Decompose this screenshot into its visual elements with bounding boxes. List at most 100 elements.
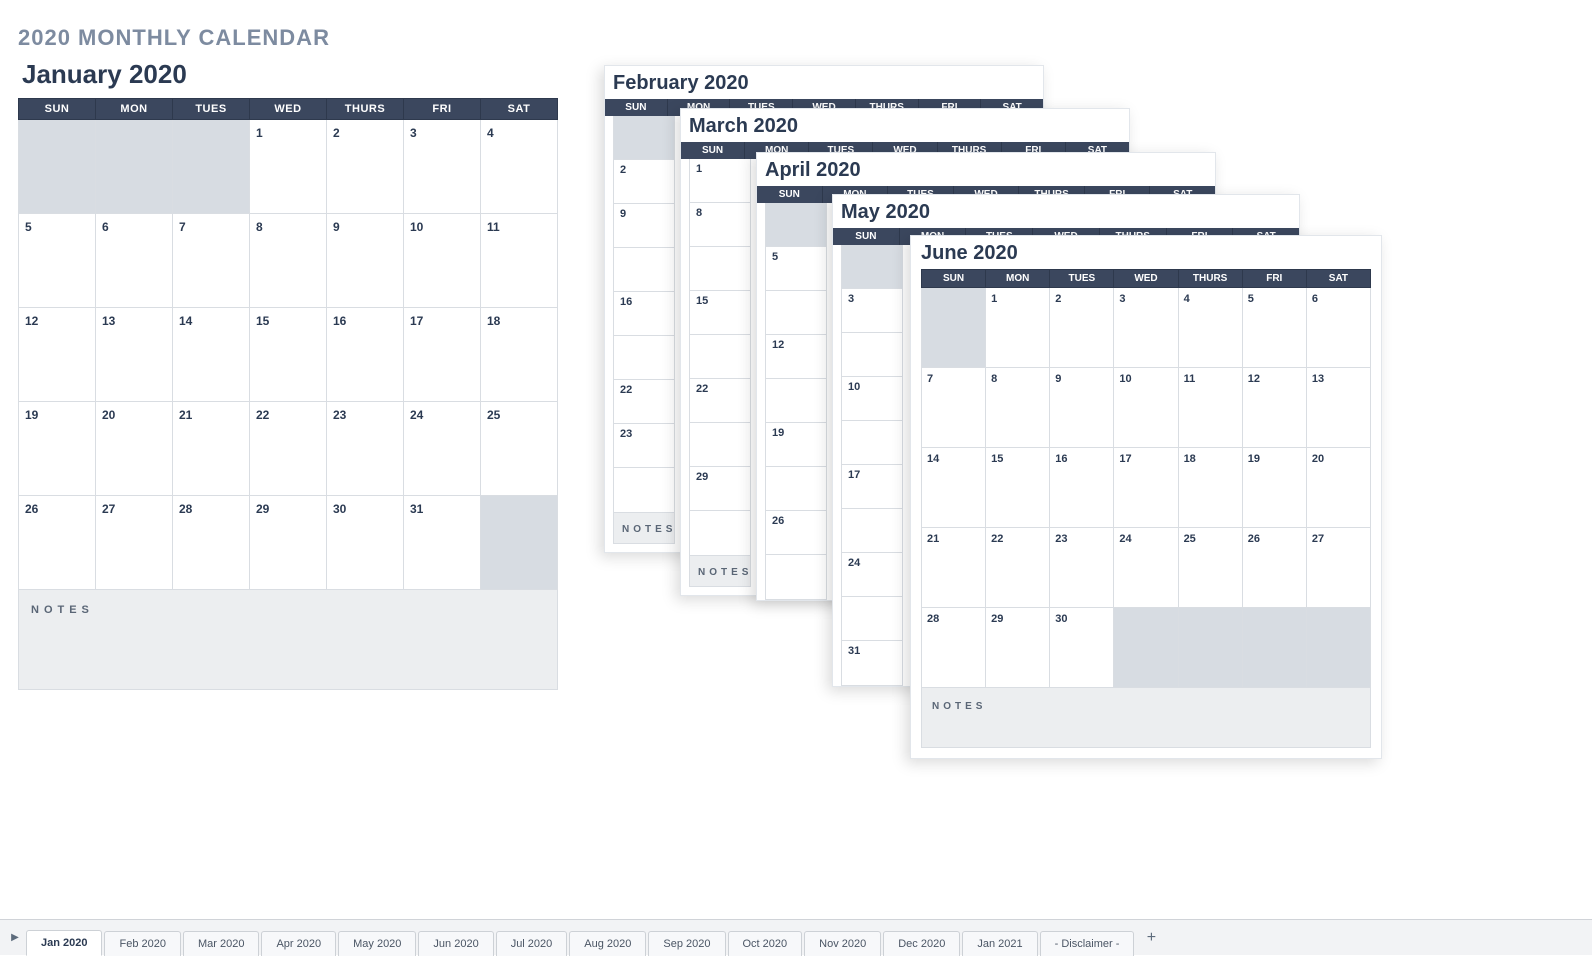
day-cell[interactable]: 29 xyxy=(690,467,750,511)
day-cell[interactable]: 19 xyxy=(19,402,96,496)
day-cell[interactable] xyxy=(690,247,750,291)
sheet-tab[interactable]: Jan 2020 xyxy=(26,930,102,956)
day-cell[interactable]: 24 xyxy=(842,553,902,597)
day-cell[interactable]: 19 xyxy=(766,423,826,467)
day-cell[interactable]: 3 xyxy=(1114,288,1178,368)
sheet-tab[interactable]: Feb 2020 xyxy=(104,931,180,956)
day-cell[interactable]: 20 xyxy=(96,402,173,496)
day-cell[interactable]: 16 xyxy=(327,308,404,402)
sheet-tab[interactable]: Sep 2020 xyxy=(648,931,725,956)
day-cell[interactable]: 3 xyxy=(404,120,481,214)
day-cell[interactable]: 7 xyxy=(922,368,986,448)
day-cell[interactable]: 11 xyxy=(1178,368,1242,448)
day-cell[interactable]: 5 xyxy=(19,214,96,308)
day-cell[interactable] xyxy=(842,333,902,377)
day-cell[interactable]: 26 xyxy=(1242,528,1306,608)
day-cell[interactable]: 13 xyxy=(96,308,173,402)
day-cell[interactable]: 19 xyxy=(1242,448,1306,528)
day-cell[interactable] xyxy=(173,120,250,214)
day-cell[interactable]: 5 xyxy=(766,247,826,291)
day-cell[interactable]: 17 xyxy=(1114,448,1178,528)
day-cell[interactable]: 12 xyxy=(1242,368,1306,448)
sheet-tab[interactable]: May 2020 xyxy=(338,931,416,956)
day-cell[interactable] xyxy=(614,248,674,292)
day-cell[interactable]: 2 xyxy=(1050,288,1114,368)
day-cell[interactable]: 15 xyxy=(250,308,327,402)
sheet-tab[interactable]: Jan 2021 xyxy=(962,931,1037,956)
day-cell[interactable]: 14 xyxy=(922,448,986,528)
day-cell[interactable]: 27 xyxy=(1306,528,1370,608)
day-cell[interactable]: 21 xyxy=(922,528,986,608)
day-cell[interactable]: 27 xyxy=(96,496,173,590)
day-cell[interactable] xyxy=(1114,608,1178,688)
day-cell[interactable]: 1 xyxy=(986,288,1050,368)
add-sheet-button[interactable]: + xyxy=(1136,929,1166,947)
sheet-tab[interactable]: Nov 2020 xyxy=(804,931,881,956)
day-cell[interactable] xyxy=(766,203,826,247)
notes-block-january[interactable]: NOTES xyxy=(18,590,558,690)
day-cell[interactable] xyxy=(766,291,826,335)
day-cell[interactable] xyxy=(766,555,826,599)
day-cell[interactable]: 24 xyxy=(1114,528,1178,608)
day-cell[interactable] xyxy=(690,423,750,467)
day-cell[interactable]: 4 xyxy=(481,120,558,214)
day-cell[interactable]: 26 xyxy=(19,496,96,590)
day-cell[interactable]: 10 xyxy=(1114,368,1178,448)
day-cell[interactable]: 9 xyxy=(614,204,674,248)
day-cell[interactable]: 22 xyxy=(614,380,674,424)
day-cell[interactable] xyxy=(842,245,902,289)
day-cell[interactable]: 1 xyxy=(250,120,327,214)
day-cell[interactable]: 18 xyxy=(1178,448,1242,528)
sheet-tab[interactable]: Jul 2020 xyxy=(496,931,568,956)
day-cell[interactable]: 29 xyxy=(250,496,327,590)
day-cell[interactable]: 1 xyxy=(690,159,750,203)
day-cell[interactable]: 29 xyxy=(986,608,1050,688)
day-cell[interactable]: 23 xyxy=(614,424,674,468)
notes-block[interactable]: NOTES xyxy=(613,513,675,544)
day-cell[interactable] xyxy=(690,511,750,555)
day-cell[interactable]: 22 xyxy=(986,528,1050,608)
sheet-tab[interactable]: - Disclaimer - xyxy=(1040,931,1135,956)
day-cell[interactable]: 28 xyxy=(173,496,250,590)
day-cell[interactable]: 6 xyxy=(1306,288,1370,368)
day-cell[interactable] xyxy=(19,120,96,214)
sheet-tab[interactable]: Jun 2020 xyxy=(418,931,493,956)
day-cell[interactable]: 8 xyxy=(250,214,327,308)
day-cell[interactable]: 8 xyxy=(690,203,750,247)
day-cell[interactable]: 25 xyxy=(1178,528,1242,608)
day-cell[interactable]: 25 xyxy=(481,402,558,496)
day-cell[interactable]: 30 xyxy=(327,496,404,590)
day-cell[interactable]: 9 xyxy=(1050,368,1114,448)
day-cell[interactable]: 15 xyxy=(690,291,750,335)
day-cell[interactable]: 6 xyxy=(96,214,173,308)
day-cell[interactable]: 10 xyxy=(842,377,902,421)
day-cell[interactable]: 23 xyxy=(1050,528,1114,608)
day-cell[interactable] xyxy=(842,509,902,553)
day-cell[interactable] xyxy=(1242,608,1306,688)
day-cell[interactable]: 14 xyxy=(173,308,250,402)
sheet-tab[interactable]: Mar 2020 xyxy=(183,931,259,956)
tab-nav-button[interactable]: ▶ xyxy=(4,920,26,955)
day-cell[interactable]: 12 xyxy=(766,335,826,379)
day-cell[interactable]: 16 xyxy=(614,292,674,336)
day-cell[interactable]: 22 xyxy=(250,402,327,496)
day-cell[interactable]: 23 xyxy=(327,402,404,496)
day-cell[interactable]: 17 xyxy=(404,308,481,402)
day-cell[interactable]: 28 xyxy=(922,608,986,688)
day-cell[interactable] xyxy=(766,467,826,511)
day-cell[interactable]: 4 xyxy=(1178,288,1242,368)
day-cell[interactable]: 2 xyxy=(327,120,404,214)
day-cell[interactable]: 22 xyxy=(690,379,750,423)
sheet-tab[interactable]: Aug 2020 xyxy=(569,931,646,956)
day-cell[interactable]: 15 xyxy=(986,448,1050,528)
day-cell[interactable] xyxy=(842,597,902,641)
day-cell[interactable]: 9 xyxy=(327,214,404,308)
day-cell[interactable]: 10 xyxy=(404,214,481,308)
day-cell[interactable]: 3 xyxy=(842,289,902,333)
sheet-tab[interactable]: Oct 2020 xyxy=(728,931,803,956)
day-cell[interactable]: 17 xyxy=(842,465,902,509)
day-cell[interactable]: 2 xyxy=(614,160,674,204)
day-cell[interactable]: 11 xyxy=(481,214,558,308)
day-cell[interactable]: 20 xyxy=(1306,448,1370,528)
day-cell[interactable]: 21 xyxy=(173,402,250,496)
